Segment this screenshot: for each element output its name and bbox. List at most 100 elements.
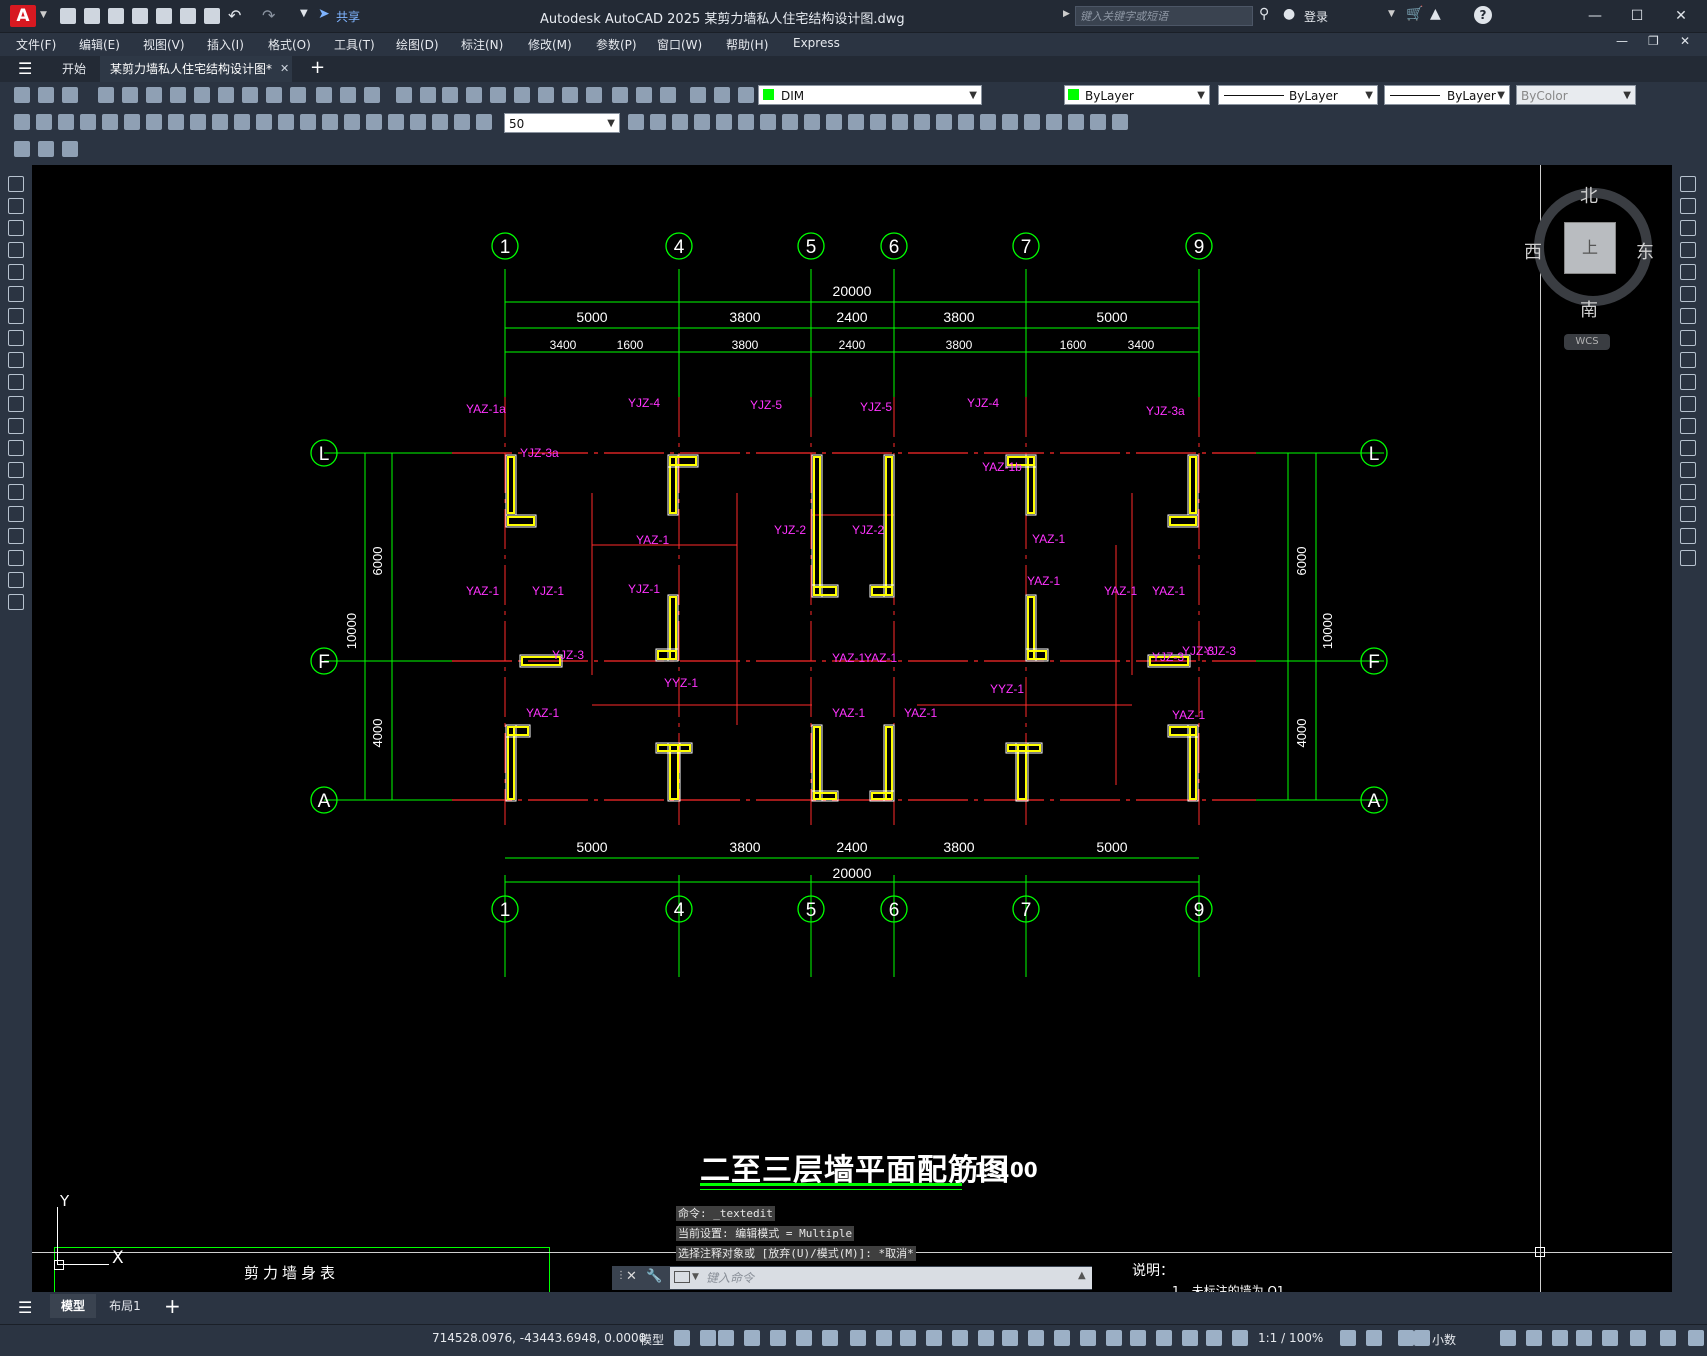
dimension-tool-icon[interactable] bbox=[322, 114, 338, 130]
dimension-tool-icon[interactable] bbox=[432, 114, 448, 130]
draw-tool-icon[interactable] bbox=[8, 242, 24, 258]
toolbar-icon[interactable] bbox=[14, 87, 30, 103]
modify-tool-icon[interactable] bbox=[1090, 114, 1106, 130]
draw-tool-icon[interactable] bbox=[8, 286, 24, 302]
draw-tool-icon[interactable] bbox=[8, 176, 24, 192]
modify-tool-icon[interactable] bbox=[1680, 176, 1696, 192]
draw-tool-icon[interactable] bbox=[8, 506, 24, 522]
menu-item[interactable]: 修改(M) bbox=[528, 36, 572, 53]
status-toggle-icon[interactable] bbox=[1398, 1330, 1414, 1346]
toolbar-icon[interactable] bbox=[660, 87, 676, 103]
dim-scale-dropdown[interactable]: 50 ▼ bbox=[504, 113, 620, 133]
status-toggle-icon[interactable] bbox=[1232, 1330, 1248, 1346]
toolbar-icon[interactable] bbox=[586, 87, 602, 103]
toolbar-icon[interactable] bbox=[612, 87, 628, 103]
open-web-icon[interactable] bbox=[156, 8, 172, 24]
modify-tool-icon[interactable] bbox=[1024, 114, 1040, 130]
redo-icon[interactable]: ↷ bbox=[262, 6, 275, 25]
doc-close-button[interactable]: ✕ bbox=[1680, 34, 1690, 48]
modify-tool-icon[interactable] bbox=[892, 114, 908, 130]
draw-tool-icon[interactable] bbox=[8, 374, 24, 390]
tab-start[interactable]: 开始 bbox=[50, 56, 98, 82]
modify-tool-icon[interactable] bbox=[1680, 528, 1696, 544]
drawing-canvas[interactable]: 20000 20000 5000 5000 3800 3800 2400 2400 3800 38… bbox=[32, 165, 1672, 1292]
draw-tool-icon[interactable] bbox=[8, 594, 24, 610]
dimension-tool-icon[interactable] bbox=[168, 114, 184, 130]
draw-tool-icon[interactable] bbox=[8, 550, 24, 566]
login-button[interactable]: 登录 bbox=[1304, 8, 1328, 25]
modify-tool-icon[interactable] bbox=[738, 114, 754, 130]
status-toggle-icon[interactable] bbox=[1206, 1330, 1222, 1346]
status-toggle-icon[interactable] bbox=[876, 1330, 892, 1346]
status-toggle-icon[interactable] bbox=[718, 1330, 734, 1346]
status-toggle-icon[interactable] bbox=[978, 1330, 994, 1346]
status-toggle-icon[interactable] bbox=[1028, 1330, 1044, 1346]
draw-tool-icon[interactable] bbox=[8, 308, 24, 324]
modify-tool-icon[interactable] bbox=[1680, 352, 1696, 368]
new-file-icon[interactable] bbox=[60, 8, 76, 24]
command-customize-icon[interactable]: 🔧 bbox=[646, 1269, 662, 1284]
save-web-icon[interactable] bbox=[180, 8, 196, 24]
toolbar-icon[interactable] bbox=[636, 87, 652, 103]
toolbar-icon[interactable] bbox=[490, 87, 506, 103]
tab-document[interactable]: 某剪力墙私人住宅结构设计图* bbox=[100, 56, 292, 82]
toolbar-icon[interactable] bbox=[170, 87, 186, 103]
coordinates-readout[interactable]: 714528.0976, -43443.6948, 0.0000 bbox=[432, 1331, 646, 1345]
dimension-tool-icon[interactable] bbox=[36, 114, 52, 130]
dimension-tool-icon[interactable] bbox=[454, 114, 470, 130]
modify-tool-icon[interactable] bbox=[650, 114, 666, 130]
status-toggle-icon[interactable] bbox=[1106, 1330, 1122, 1346]
layout-tab-model[interactable]: 模型 bbox=[50, 1294, 96, 1318]
dimension-tool-icon[interactable] bbox=[344, 114, 360, 130]
command-prompt-icon[interactable] bbox=[674, 1271, 690, 1283]
status-toggle-icon[interactable] bbox=[1002, 1330, 1018, 1346]
plotstyle-dropdown[interactable]: ByColor ▼ bbox=[1516, 85, 1636, 105]
status-toggle-icon[interactable] bbox=[744, 1330, 760, 1346]
modify-tool-icon[interactable] bbox=[1068, 114, 1084, 130]
open-file-icon[interactable] bbox=[84, 8, 100, 24]
modify-tool-icon[interactable] bbox=[848, 114, 864, 130]
status-toggle-icon[interactable] bbox=[1602, 1330, 1618, 1346]
dimension-tool-icon[interactable] bbox=[124, 114, 140, 130]
draw-tool-icon[interactable] bbox=[8, 352, 24, 368]
dimension-tool-icon[interactable] bbox=[388, 114, 404, 130]
compass-east[interactable]: 东 bbox=[1636, 238, 1654, 264]
status-toggle-icon[interactable] bbox=[1630, 1330, 1646, 1346]
toolbar-icon[interactable] bbox=[290, 87, 306, 103]
table-icon[interactable] bbox=[62, 141, 78, 157]
search-expand-icon[interactable]: ▶ bbox=[1063, 9, 1070, 19]
toolbar-icon[interactable] bbox=[538, 87, 554, 103]
new-tab-plus-icon[interactable]: + bbox=[310, 57, 325, 78]
modify-tool-icon[interactable] bbox=[1680, 418, 1696, 434]
modify-tool-icon[interactable] bbox=[1680, 440, 1696, 456]
menu-item[interactable]: 绘图(D) bbox=[396, 36, 439, 53]
toolbar-icon[interactable] bbox=[442, 87, 458, 103]
user-icon[interactable]: ● bbox=[1283, 6, 1295, 22]
block-editor-icon[interactable] bbox=[14, 141, 30, 157]
dimension-tool-icon[interactable] bbox=[190, 114, 206, 130]
toolbar-icon[interactable] bbox=[194, 87, 210, 103]
help-icon[interactable]: ? bbox=[1474, 6, 1492, 24]
draw-tool-icon[interactable] bbox=[8, 264, 24, 280]
modify-tool-icon[interactable] bbox=[1680, 198, 1696, 214]
menu-item[interactable]: 参数(P) bbox=[596, 36, 637, 53]
status-toggle-icon[interactable] bbox=[1156, 1330, 1172, 1346]
modify-tool-icon[interactable] bbox=[1680, 242, 1696, 258]
toolbar-icon[interactable] bbox=[146, 87, 162, 103]
plot-icon[interactable] bbox=[204, 8, 220, 24]
save-icon[interactable] bbox=[108, 8, 124, 24]
status-toggle-icon[interactable] bbox=[952, 1330, 968, 1346]
toolbar-icon[interactable] bbox=[62, 87, 78, 103]
toolbar-icon[interactable] bbox=[316, 87, 332, 103]
units-button[interactable]: 小数 bbox=[1432, 1331, 1456, 1348]
modify-tool-icon[interactable] bbox=[1680, 374, 1696, 390]
layer-dropdown[interactable]: DIM ▼ bbox=[758, 85, 982, 105]
color-dropdown[interactable]: ByLayer ▼ bbox=[1064, 85, 1210, 105]
command-grip-icon[interactable]: ⋮ bbox=[616, 1270, 626, 1281]
toolbar-icon[interactable] bbox=[218, 87, 234, 103]
draw-tool-icon[interactable] bbox=[8, 484, 24, 500]
menu-item[interactable]: 文件(F) bbox=[16, 36, 56, 53]
grip-handle[interactable] bbox=[1535, 1247, 1545, 1257]
command-history-toggle-icon[interactable]: ▲ bbox=[1078, 1270, 1086, 1281]
compass-north[interactable]: 北 bbox=[1580, 182, 1598, 208]
